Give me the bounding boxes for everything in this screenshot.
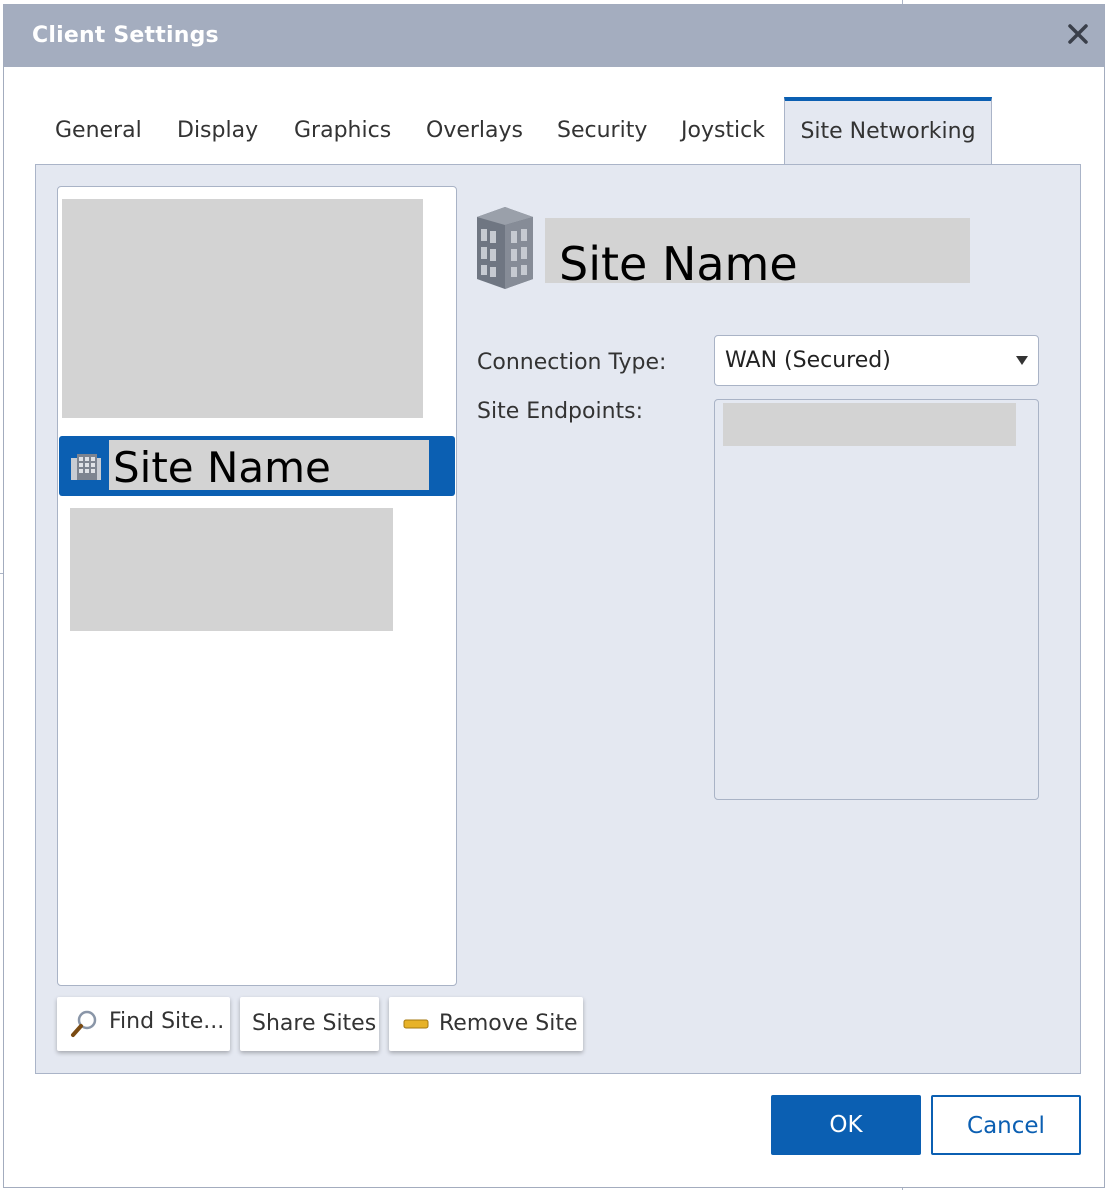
find-site-button[interactable]: Find Site... xyxy=(57,997,230,1051)
tab-joystick[interactable]: Joystick xyxy=(681,97,765,165)
tab-bar: General Display Graphics Overlays Securi… xyxy=(4,97,1104,166)
close-icon xyxy=(1068,24,1088,44)
site-networking-panel: Site Name Find Site... Share Sites Remov… xyxy=(35,164,1081,1074)
ok-button[interactable]: OK xyxy=(771,1095,921,1155)
site-endpoints-label: Site Endpoints: xyxy=(477,399,644,424)
close-button[interactable] xyxy=(1066,22,1090,46)
share-sites-label: Share Sites xyxy=(252,1011,377,1036)
tab-general[interactable]: General xyxy=(55,97,142,165)
tab-site-networking[interactable]: Site Networking xyxy=(784,97,992,166)
tab-graphics[interactable]: Graphics xyxy=(294,97,391,165)
building-icon xyxy=(475,207,535,289)
site-list-item-label: Site Name xyxy=(109,440,429,490)
redacted-site-entry[interactable] xyxy=(70,508,393,631)
tab-display[interactable]: Display xyxy=(177,97,258,165)
remove-site-button[interactable]: Remove Site xyxy=(389,997,583,1051)
title-bar[interactable]: Client Settings xyxy=(4,5,1104,67)
tab-overlays[interactable]: Overlays xyxy=(426,97,523,165)
redacted-endpoint-entry[interactable] xyxy=(723,403,1016,446)
minus-icon xyxy=(403,1019,429,1029)
remove-site-label: Remove Site xyxy=(439,1011,578,1036)
site-name-field[interactable]: Site Name xyxy=(545,218,970,283)
magnifier-icon xyxy=(71,1010,97,1037)
find-site-label: Find Site... xyxy=(109,1009,225,1034)
tab-security[interactable]: Security xyxy=(557,97,647,165)
site-endpoints-list[interactable] xyxy=(714,399,1039,800)
site-list-item-selected[interactable]: Site Name xyxy=(59,436,455,496)
site-list[interactable]: Site Name xyxy=(57,186,457,986)
share-sites-button[interactable]: Share Sites xyxy=(240,997,379,1051)
dialog-title: Client Settings xyxy=(32,23,219,48)
dropdown-arrow-icon xyxy=(1016,356,1028,365)
connection-type-select[interactable]: WAN (Secured) xyxy=(714,335,1039,386)
connection-type-label: Connection Type: xyxy=(477,350,667,375)
client-settings-dialog: Client Settings General Display Graphics… xyxy=(3,4,1105,1188)
cancel-button[interactable]: Cancel xyxy=(931,1095,1081,1155)
redacted-site-entry[interactable] xyxy=(62,199,423,418)
building-icon xyxy=(71,452,105,482)
connection-type-value: WAN (Secured) xyxy=(725,348,891,373)
